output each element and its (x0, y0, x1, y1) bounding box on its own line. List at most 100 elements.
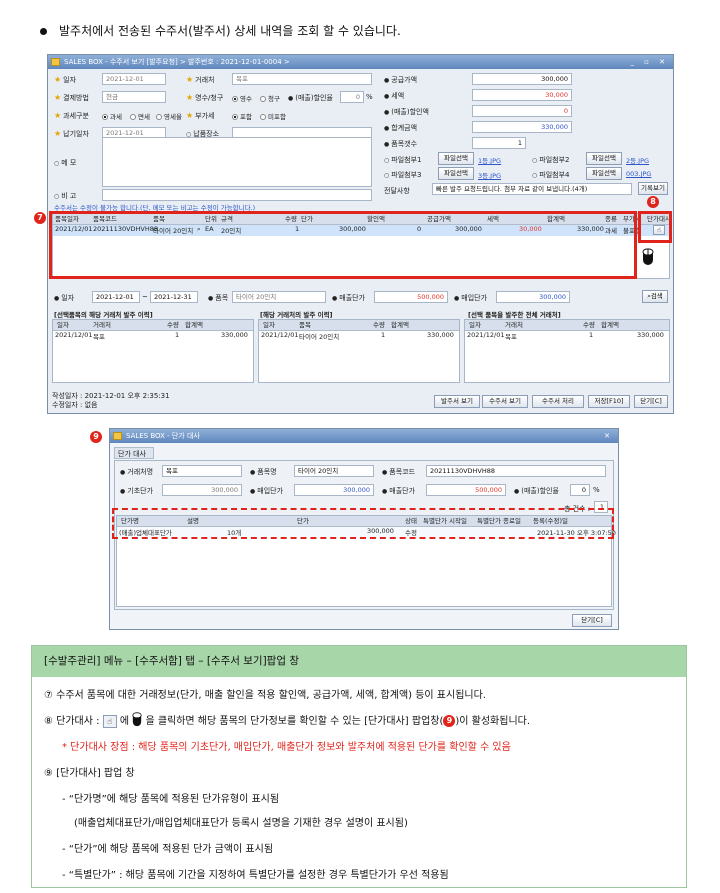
w2-sale-label: ● 매출단가 (382, 487, 416, 495)
detail-view-button[interactable]: 기록보기 (638, 182, 668, 195)
search-to-field[interactable]: 2021-12-31 (150, 291, 198, 303)
tax-label: ★ 과세구분 (54, 111, 89, 120)
explain-line-9b: (매출업체대표단가/매입업체대표단가 등록시 설명을 기재한 경우 설명이 표시… (74, 818, 408, 829)
badge-7: 7 (34, 212, 46, 224)
w2-disc-field: 0 (570, 484, 590, 496)
close-button[interactable]: 닫기[C] (634, 395, 668, 408)
explain-line-9a: - “단가명”에 해당 품목에 적용된 단가유형이 표시됨 (62, 794, 280, 805)
explain-line-8: ⑧ 단가대사 : ☝ 에 을 클릭하면 해당 품목의 단가정보를 확인할 수 있… (44, 712, 530, 730)
hand-button-icon: ☝ (102, 714, 117, 728)
file1-link[interactable]: 1등.JPG (478, 155, 501, 165)
file3-select-button[interactable]: 파일선택 (438, 167, 474, 180)
sum-label: ● 합계금액 (384, 124, 418, 132)
file2-link[interactable]: 2등.JPG (626, 155, 649, 165)
grid-highlight-box (49, 211, 637, 279)
panel1-title: [선택품목의 해당 거래처 발주 이력] (54, 311, 153, 319)
process-order-button[interactable]: 수주서 처리 (532, 395, 584, 408)
panel2-table: 일자 품목 수량 합계액 2021/12/01 타이어 20인치 1 330,0… (258, 319, 460, 383)
window2-close[interactable]: ✕ (604, 429, 614, 443)
partner-label: ★ 거래처 (186, 75, 215, 84)
w2-disc-unit: % (593, 486, 600, 494)
app-icon (113, 432, 122, 440)
receipt-radio-2[interactable]: 청구 (260, 93, 280, 103)
file4-select-button[interactable]: 파일선택 (586, 167, 622, 180)
delivery-label: ★ 납기일자 (54, 129, 89, 138)
w2-sale-field: 500,000 (426, 484, 506, 496)
w2-close-button[interactable]: 닫기[C] (572, 614, 612, 627)
explain-line-9d: - “특별단가” : 해당 품목에 기간을 지정하여 특별단가를 설정한 경우 … (62, 870, 449, 881)
vat-radio-1[interactable]: 포함 (232, 111, 252, 121)
vat-radio-2[interactable]: 미포함 (260, 111, 286, 121)
view-sales-order-button[interactable]: 수주서 보기 (482, 395, 528, 408)
tax-radio-3[interactable]: 영세율 (156, 111, 182, 121)
w2-code-label: ● 품목코드 (382, 468, 416, 476)
date-field[interactable]: 2021-12-01 (102, 73, 166, 85)
w2-item-field: 타이어 20인치 (294, 465, 374, 477)
remark-label: ○ 비 고 (54, 192, 77, 200)
search-button[interactable]: ⌕검색 (642, 290, 668, 303)
window2-titlebar: SALES BOX - 단가 대사 ✕ (110, 429, 618, 443)
panel1-table: 일자 거래처 수량 합계액 2021/12/01 목포 1 330,000 (52, 319, 254, 383)
tax-radio-2[interactable]: 면세 (130, 111, 150, 121)
view-order-button[interactable]: 발주서 보기 (434, 395, 480, 408)
explanation-header: [수발주관리] 메뉴 – [수주서함] 탭 – [수주서 보기]팝업 창 (32, 646, 686, 677)
window-titlebar: SALES BOX - 수주서 보기 [발주요청] > 발주번호 : 2021-… (48, 55, 673, 69)
tax-amount-label: ● 세액 (384, 92, 405, 100)
pay-select[interactable]: 현금 (102, 91, 166, 103)
w2-item-label: ● 품목명 (250, 468, 277, 476)
panel3-title: [선택 품목을 발주한 전체 거래처] (468, 311, 561, 319)
discount-rate-label: ● (매출)할인율 (288, 94, 333, 102)
table-row[interactable]: 2021/12/01 타이어 20인치 1 330,000 (259, 331, 459, 342)
file3-link[interactable]: 3등.JPG (478, 170, 501, 180)
search-sale-field: 500,000 (374, 291, 448, 303)
search-date-label: ● 일자 (54, 294, 75, 302)
intro-text: 발주처에서 전송된 수주서(발주서) 상세 내역을 조회 할 수 있습니다. (40, 22, 401, 39)
explanation-box: [수발주관리] 메뉴 – [수주서함] 탭 – [수주서 보기]팝업 창 ⑦ 수… (31, 645, 687, 888)
badge-9: 9 (90, 431, 102, 443)
disc-amount-field: 0 (472, 105, 572, 117)
w2-partner-field: 목포 (162, 465, 242, 477)
save-button[interactable]: 저장[F10] (588, 395, 630, 408)
app-icon (51, 58, 60, 66)
mouse-icon (132, 712, 142, 730)
count-label: ● 품목갯수 (384, 140, 418, 148)
badge-9-inline: 9 (443, 715, 456, 727)
memo-label: ○ 메 모 (54, 159, 77, 167)
w2-partner-label: ● 거래처명 (120, 468, 154, 476)
explain-line-9: ⑨ [단가대사] 팝업 창 (44, 768, 135, 779)
bullet-icon (40, 28, 47, 35)
discount-rate-unit: % (366, 93, 373, 101)
table-row[interactable]: 2021/12/01 목포 1 330,000 (53, 331, 253, 342)
receipt-radio-1[interactable]: 영수 (232, 93, 252, 103)
sum-field: 330,000 (472, 121, 572, 133)
w2-code-field: 20211130VDHVH88 (426, 465, 606, 477)
window-controls[interactable]: _ ▫ ✕ (630, 55, 669, 69)
disc-amount-label: ● (매출)할인액 (384, 108, 429, 116)
explain-line-7: ⑦ 수주서 품목에 대한 거래정보(단가, 매출 할인을 적용 할인액, 공급가… (44, 690, 486, 701)
search-from-field[interactable]: 2021-12-01 (92, 291, 140, 303)
msg-field: 빠른 발주 요청드립니다. 첨부 자료 같이 보냅니다.(4개) (432, 183, 632, 195)
count-field: 1 (472, 137, 526, 149)
file3-label: ○ 파일첨부3 (384, 171, 422, 179)
file1-select-button[interactable]: 파일선택 (438, 152, 474, 165)
w2-disc-label: ● (매출)할인율 (514, 487, 559, 495)
explain-red-note: * 단가대사 장점 : 해당 품목의 기초단가, 매입단가, 매출단가 정보와 … (62, 742, 511, 753)
search-buy-label: ● 매입단가 (454, 294, 488, 302)
memo-textarea[interactable] (102, 137, 372, 187)
file4-link[interactable]: 003.JPG (626, 170, 651, 178)
supply-label: ● 공급가액 (384, 76, 418, 84)
partner-field[interactable]: 목포 (232, 73, 372, 85)
vat-label: ★ 부가세 (186, 111, 215, 120)
discount-rate-field[interactable]: 0 (340, 91, 364, 103)
badge-8: 8 (647, 196, 659, 208)
tax-radio-1[interactable]: 과세 (102, 111, 122, 121)
file4-label: ○ 파일첨부4 (532, 171, 570, 179)
tab-price-compare[interactable]: 단가 대사 (114, 447, 154, 459)
remark-field[interactable] (102, 189, 372, 201)
panel3-table: 일자 거래처 수량 합계액 2021/12/01 목포 1 330,000 (464, 319, 670, 383)
table-row[interactable]: 2021/12/01 목포 1 330,000 (465, 331, 669, 342)
search-item-field[interactable]: 타이어 20인치 (232, 291, 326, 303)
search-buy-field: 300,000 (496, 291, 570, 303)
file1-label: ○ 파일첨부1 (384, 156, 422, 164)
file2-select-button[interactable]: 파일선택 (586, 152, 622, 165)
